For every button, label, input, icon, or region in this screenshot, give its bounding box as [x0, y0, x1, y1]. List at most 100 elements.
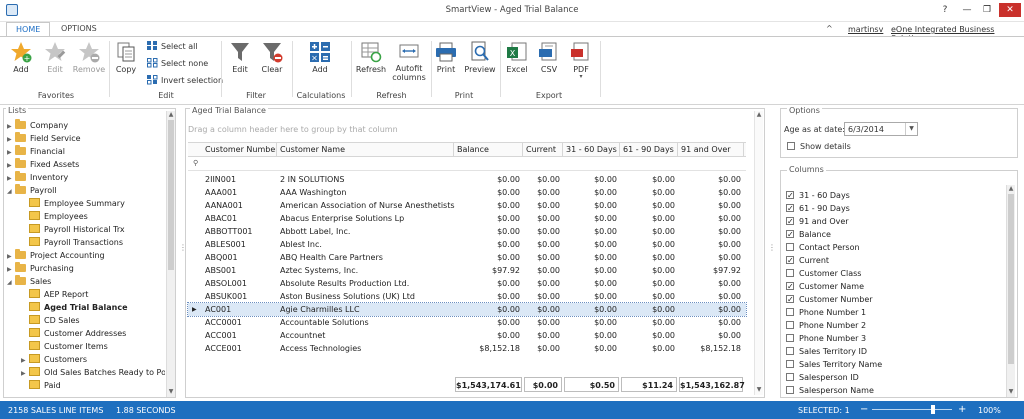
table-row[interactable]: ABLES001 Ablest Inc. $0.00 $0.00 $0.00 $0.00 $…	[188, 238, 746, 251]
unchecked-box-icon[interactable]	[786, 243, 794, 251]
checked-box-icon[interactable]	[786, 228, 794, 241]
column-checkbox-item[interactable]: 91 and Over	[786, 215, 1001, 228]
table-row[interactable]: ABBOTT001 Abbott Label, Inc. $0.00 $0.00 $0.…	[188, 225, 746, 238]
export-csv-button[interactable]: CSV	[535, 37, 563, 74]
column-checkbox-item[interactable]: Sales Territory ID	[786, 345, 1001, 358]
print-button[interactable]: Print	[432, 37, 460, 74]
unchecked-box-icon[interactable]	[786, 386, 794, 394]
list-item[interactable]: Employees	[7, 210, 165, 223]
columns-scroll-down-icon[interactable]: ▼	[1007, 388, 1015, 395]
column-checkbox-item[interactable]: Current	[786, 254, 1001, 267]
collapse-ribbon-button[interactable]: ^	[826, 24, 833, 33]
column-header[interactable]: 91 and Over	[678, 143, 744, 157]
columns-scroll-thumb[interactable]	[1008, 194, 1014, 364]
unchecked-box-icon[interactable]	[786, 308, 794, 316]
zoom-slider[interactable]	[872, 405, 952, 414]
lists-scroll-thumb[interactable]	[168, 120, 174, 270]
table-row[interactable]: ACC001 Accountnet $0.00 $0.00 $0.00 $0.00 $0.0…	[188, 329, 746, 342]
expand-down-icon[interactable]: ◢	[7, 185, 15, 198]
column-checkbox-item[interactable]: Customer Name	[786, 280, 1001, 293]
list-item[interactable]: Employee Summary	[7, 197, 165, 210]
unchecked-box-icon[interactable]	[786, 360, 794, 368]
list-item[interactable]: ▶ Old Sales Batches Ready to Post	[7, 366, 165, 379]
list-item[interactable]: Payroll Historical Trx	[7, 223, 165, 236]
unchecked-box-icon[interactable]	[786, 334, 794, 342]
list-item[interactable]: ◢ Sales	[7, 275, 165, 288]
list-item[interactable]: ▶ Company	[7, 119, 165, 132]
zoom-slider-thumb[interactable]	[930, 405, 935, 414]
list-item[interactable]: Aged Trial Balance	[7, 301, 165, 314]
filter-edit-button[interactable]: Edit	[226, 37, 254, 74]
favorite-add-button[interactable]: + Add	[6, 37, 36, 74]
zoom-out-icon[interactable]: −	[860, 404, 868, 415]
checked-box-icon[interactable]	[786, 280, 794, 293]
table-row[interactable]: ACC0001 Accountable Solutions $0.00 $0.00 $0…	[188, 316, 746, 329]
export-excel-button[interactable]: X Excel	[503, 37, 531, 74]
table-row[interactable]: 2IIN001 2 IN SOLUTIONS $0.00 $0.00 $0.00 $0.0…	[188, 173, 746, 186]
table-row[interactable]: ▶ AC001 Agie Charmilles LLC $0.00 $0.00 $0.00…	[187, 302, 747, 317]
invert-selection-button[interactable]: Invert selection	[147, 75, 223, 85]
autofit-columns-button[interactable]: Autofit columns	[390, 37, 428, 82]
column-checkbox-item[interactable]: 61 - 90 Days	[786, 202, 1001, 215]
table-row[interactable]: ABSUK001 Aston Business Solutions (UK) Lt…	[188, 290, 746, 303]
list-item[interactable]: ▶ Fixed Assets	[7, 158, 165, 171]
pdf-dropdown-arrow-icon[interactable]: ▾	[567, 74, 595, 80]
column-header[interactable]: Current	[523, 143, 563, 157]
show-details-box[interactable]	[787, 142, 795, 150]
lists-scrollbar[interactable]: ▲ ▼	[166, 111, 175, 397]
table-row[interactable]: AANA001 American Association of Nurse Ane…	[188, 199, 746, 212]
table-row[interactable]: ACCE001 Access Technologies $8,152.18 $0.00…	[188, 342, 746, 355]
scroll-down-icon[interactable]: ▼	[167, 388, 175, 395]
list-item[interactable]: ▶ Inventory	[7, 171, 165, 184]
checked-box-icon[interactable]	[786, 202, 794, 215]
list-item[interactable]: Paid	[7, 379, 165, 392]
copy-button[interactable]: Copy	[113, 37, 139, 74]
help-button[interactable]: ?	[936, 3, 954, 17]
grid-scrollbar[interactable]: ▲ ▼	[754, 111, 763, 395]
column-checkbox-item[interactable]: Customer Number	[786, 293, 1001, 306]
list-item[interactable]: ◢ Payroll	[7, 184, 165, 197]
column-checkbox-item[interactable]: Customer Class	[786, 267, 1001, 280]
list-item[interactable]: CD Sales	[7, 314, 165, 327]
favorite-remove-button[interactable]: Remove	[72, 37, 106, 74]
user-link[interactable]: martinsv	[848, 25, 883, 34]
print-preview-button[interactable]: Preview	[464, 37, 496, 74]
column-header[interactable]: Customer Name	[277, 143, 454, 157]
zoom-in-icon[interactable]: +	[958, 404, 966, 415]
age-date-picker[interactable]: 6/3/2014 ▼	[844, 122, 918, 136]
splitter-handle-icon[interactable]: ⋮	[768, 243, 776, 252]
list-item[interactable]: Payroll Transactions	[7, 236, 165, 249]
table-row[interactable]: ABAC01 Abacus Enterprise Solutions Lp $0.0…	[188, 212, 746, 225]
unchecked-box-icon[interactable]	[786, 347, 794, 355]
group-by-hint[interactable]: Drag a column header here to group by th…	[188, 125, 398, 134]
list-item[interactable]: ▶ Customers	[7, 353, 165, 366]
column-checkbox-item[interactable]: Phone Number 3	[786, 332, 1001, 345]
select-none-button[interactable]: Select none	[147, 58, 208, 68]
list-item[interactable]: ▶ Financial	[7, 145, 165, 158]
grid-scroll-down-icon[interactable]: ▼	[755, 386, 763, 393]
table-row[interactable]: ABSOL001 Absolute Results Production Ltd.…	[188, 277, 746, 290]
column-header[interactable]: Customer Number	[202, 143, 277, 157]
select-all-button[interactable]: Select all	[147, 41, 198, 51]
list-item[interactable]: Customer Items	[7, 340, 165, 353]
column-header[interactable]: 61 - 90 Days	[620, 143, 678, 157]
expand-down-icon[interactable]: ◢	[7, 276, 15, 289]
grid-scroll-up-icon[interactable]: ▲	[755, 111, 763, 118]
table-row[interactable]: ABQ001 ABQ Health Care Partners $0.00 $0.00…	[188, 251, 746, 264]
table-row[interactable]: ABS001 Aztec Systems, Inc. $97.92 $0.00 $0.0…	[188, 264, 746, 277]
unchecked-box-icon[interactable]	[786, 373, 794, 381]
tab-home[interactable]: HOME	[6, 22, 51, 37]
list-item[interactable]: ▶ Project Accounting	[7, 249, 165, 262]
column-checkbox-item[interactable]: Sales Territory Name	[786, 358, 1001, 371]
columns-scroll-up-icon[interactable]: ▲	[1007, 185, 1015, 192]
column-checkbox-item[interactable]: Phone Number 1	[786, 306, 1001, 319]
column-checkbox-item[interactable]: 31 - 60 Days	[786, 189, 1001, 202]
favorite-edit-button[interactable]: Edit	[40, 37, 70, 74]
tab-options[interactable]: OPTIONS	[52, 22, 106, 37]
restore-button[interactable]: ❐	[978, 3, 996, 17]
column-checkbox-item[interactable]: Phone Number 2	[786, 319, 1001, 332]
export-pdf-button[interactable]: PDF ▾	[567, 37, 595, 80]
show-details-checkbox[interactable]: Show details	[787, 142, 851, 151]
list-item[interactable]: AEP Report	[7, 288, 165, 301]
checked-box-icon[interactable]	[786, 254, 794, 267]
